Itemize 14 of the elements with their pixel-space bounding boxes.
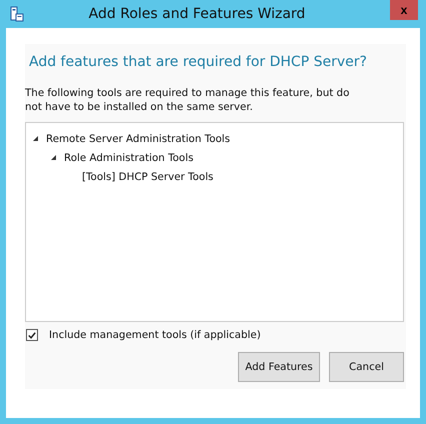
cancel-button[interactable]: Cancel	[329, 352, 404, 382]
description-text: The following tools are required to manage this feature, but do not have to be installed on the same server.	[25, 86, 350, 114]
tree-item[interactable]: Remote Server Administration Tools	[46, 132, 230, 144]
dialog-heading: Add features that are required for DHCP Server?	[29, 54, 368, 70]
add-features-button[interactable]: Add Features	[238, 352, 320, 382]
checkbox-label: Include management tools (if applicable)	[49, 329, 261, 341]
tree-item[interactable]: Role Administration Tools	[64, 152, 194, 164]
expanded-arrow-icon[interactable]	[50, 154, 57, 161]
server-icon	[10, 6, 24, 22]
checkbox[interactable]	[26, 329, 38, 341]
window-title: Add Roles and Features Wizard	[88, 6, 306, 22]
tree-item[interactable]: [Tools] DHCP Server Tools	[82, 170, 214, 182]
close-button[interactable]: x	[390, 0, 418, 20]
expanded-arrow-icon[interactable]	[32, 135, 39, 142]
